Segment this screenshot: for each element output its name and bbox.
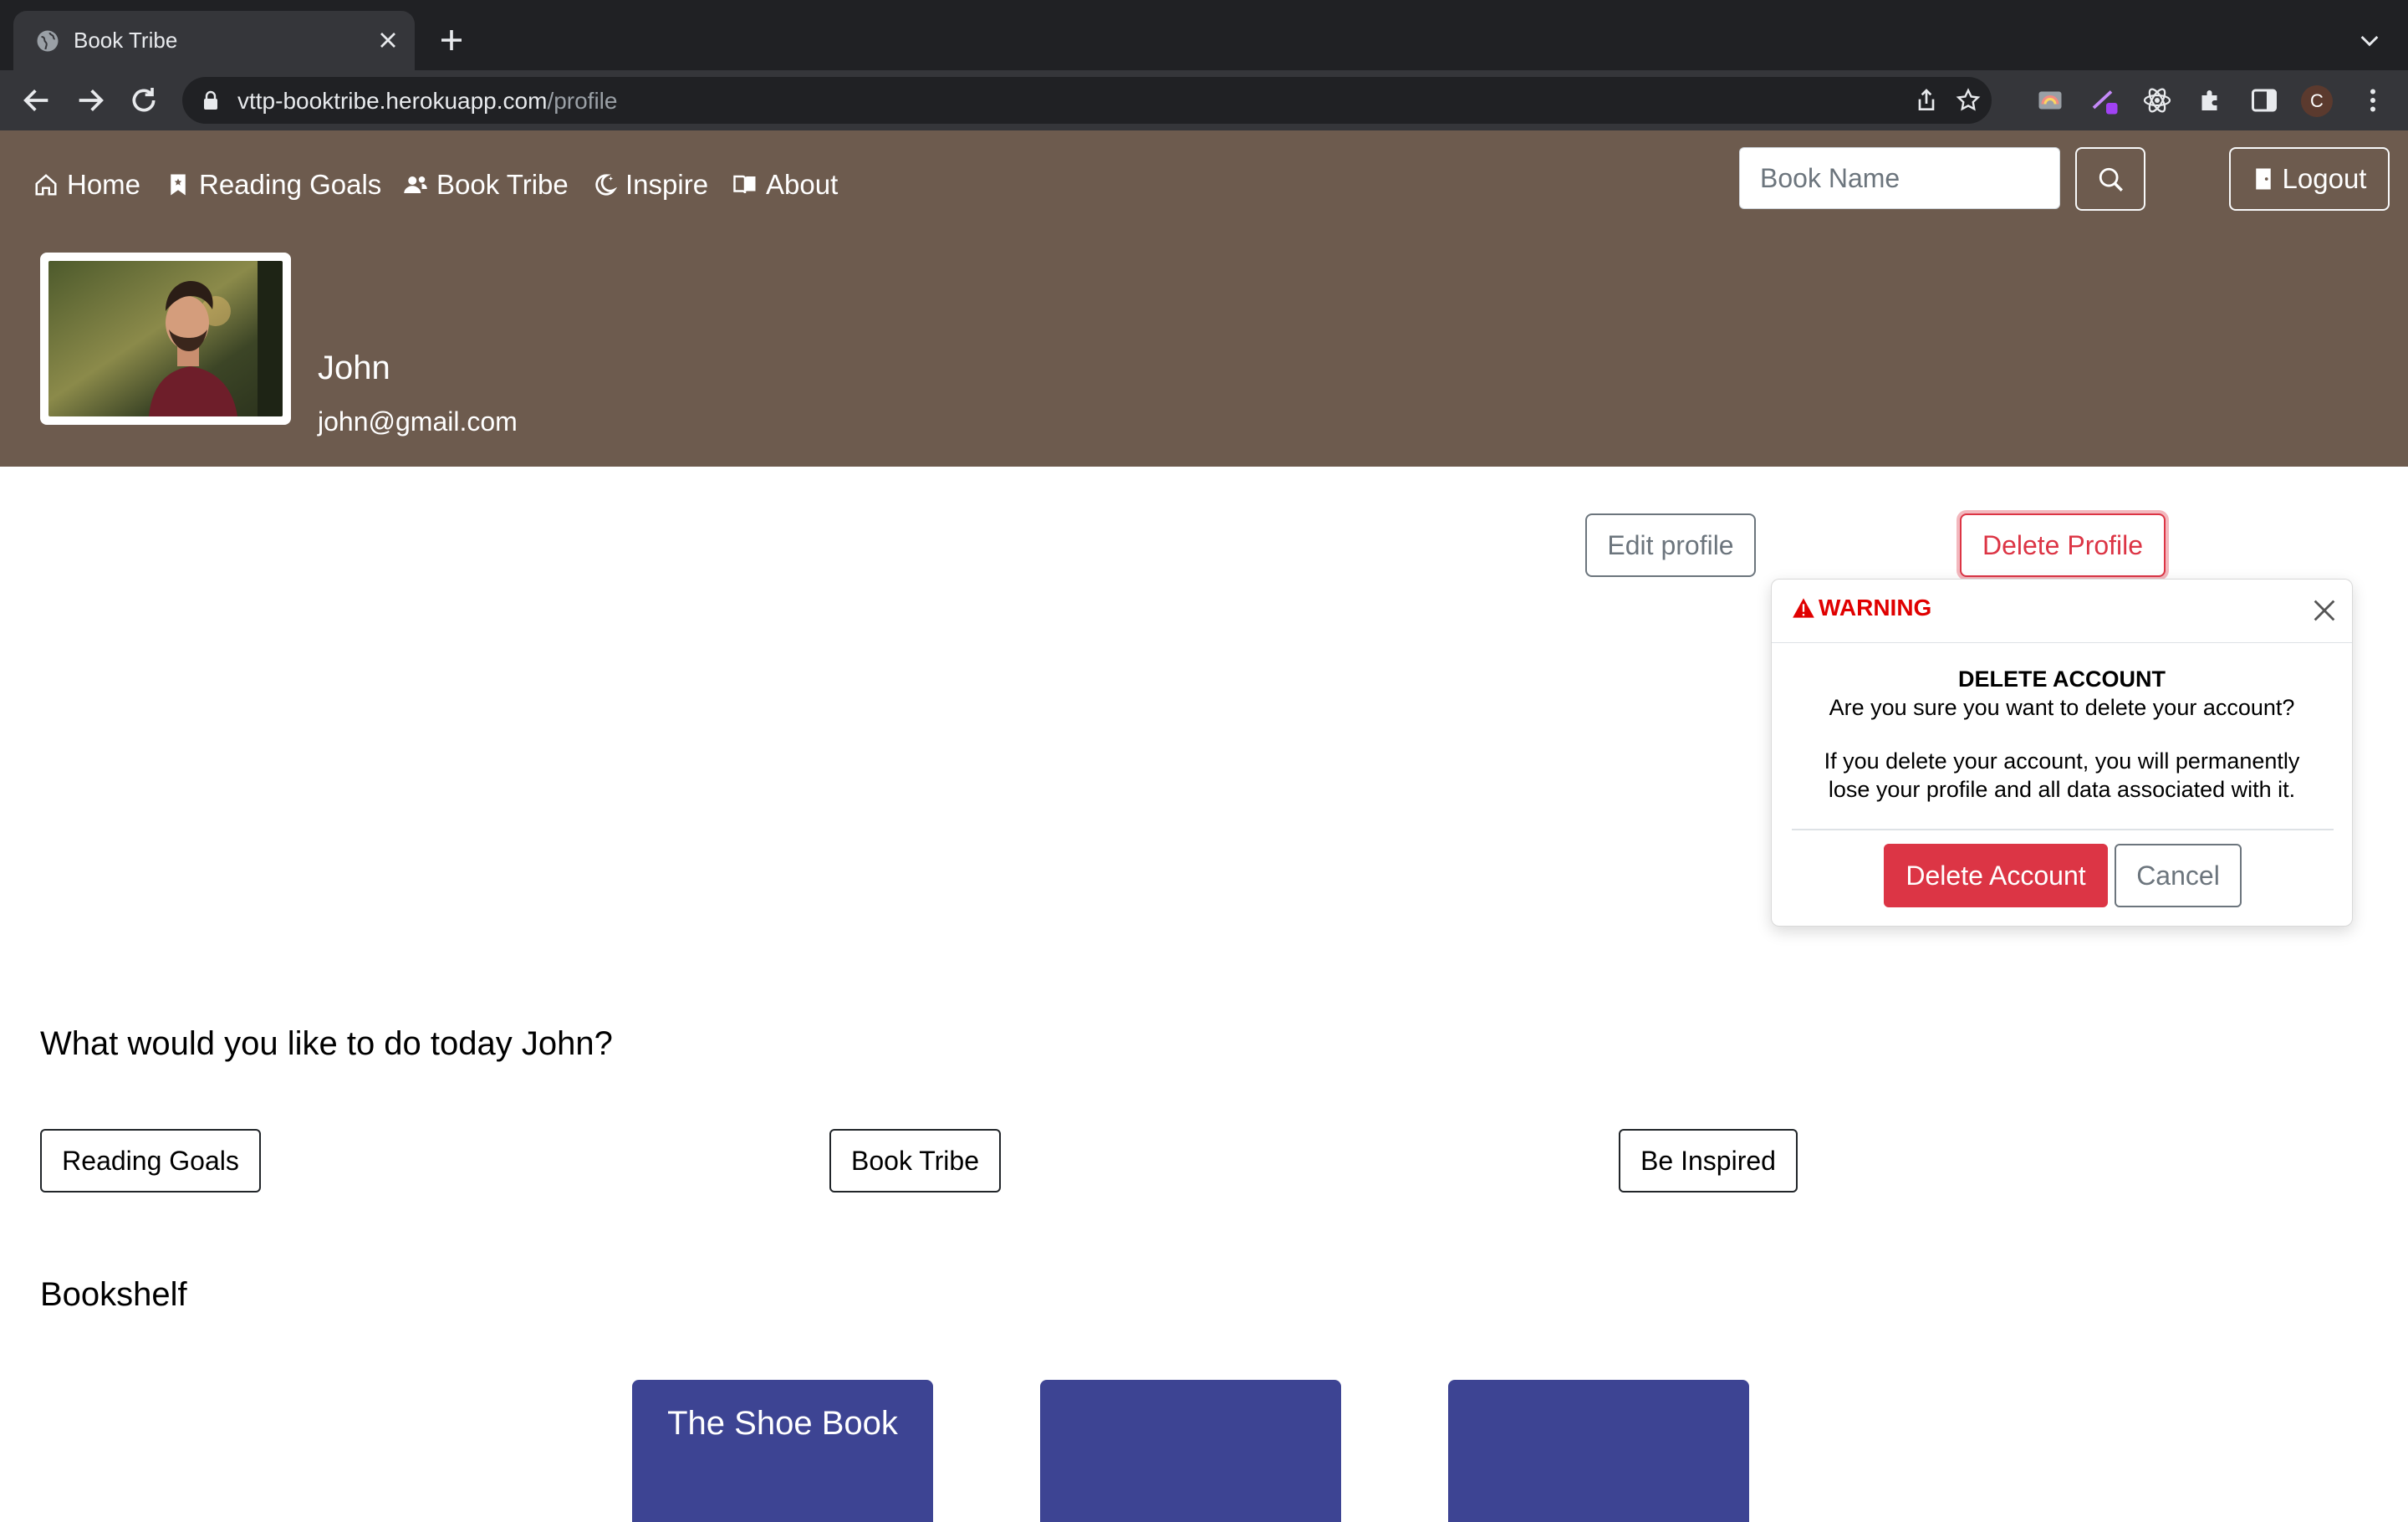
reload-icon[interactable] xyxy=(127,84,161,117)
nav-book-tribe-label: Book Tribe xyxy=(436,169,569,200)
back-arrow-icon[interactable] xyxy=(20,84,54,117)
moon-stars-icon xyxy=(595,174,617,196)
react-devtools-icon[interactable] xyxy=(2142,85,2172,115)
book-icon xyxy=(733,175,756,194)
nav-book-tribe[interactable]: Book Tribe xyxy=(403,166,569,204)
edit-profile-button[interactable]: Edit profile xyxy=(1585,513,1756,577)
profile-photo xyxy=(48,261,283,416)
url-text: vttp-booktribe.herokuapp.com/profile xyxy=(237,88,617,115)
delete-account-popover: WARNING DELETE ACCOUNT Are you sure you … xyxy=(1771,579,2353,927)
house-icon xyxy=(35,174,57,196)
avatar xyxy=(40,253,291,425)
greeting-prompt: What would you like to do today John? xyxy=(40,1025,613,1062)
globe-icon xyxy=(37,30,59,52)
warning-triangle-icon xyxy=(1793,598,1814,618)
address-bar[interactable]: vttp-booktribe.herokuapp.com/profile xyxy=(182,77,1992,124)
url-host: vttp-booktribe.herokuapp.com xyxy=(237,88,548,114)
warning-text: WARNING xyxy=(1819,595,1932,621)
book-card[interactable] xyxy=(1040,1380,1341,1522)
book-tribe-button[interactable]: Book Tribe xyxy=(829,1129,1001,1193)
lock-icon[interactable] xyxy=(201,89,221,111)
nav-inspire-label: Inspire xyxy=(625,169,709,200)
book-card[interactable] xyxy=(1448,1380,1749,1522)
search-icon xyxy=(2099,167,2123,192)
popover-message-line1: If you delete your account, you will per… xyxy=(1824,748,2300,774)
extension-rainbow-icon[interactable] xyxy=(2035,85,2065,115)
share-icon[interactable] xyxy=(1913,87,1940,114)
chevron-down-icon[interactable] xyxy=(2356,27,2383,54)
popover-divider xyxy=(1792,829,2334,830)
book-title: The Shoe Book xyxy=(667,1405,898,1442)
people-icon xyxy=(404,176,427,193)
browser-tab-bar: Book Tribe xyxy=(0,0,2408,70)
new-tab-icon[interactable] xyxy=(436,25,467,55)
profile-name: John xyxy=(318,350,390,386)
browser-tab[interactable]: Book Tribe xyxy=(13,11,415,70)
forward-arrow-icon[interactable] xyxy=(74,84,107,117)
nav-inspire[interactable]: Inspire xyxy=(592,166,708,204)
book-search-input[interactable] xyxy=(1739,147,2060,209)
popover-body: DELETE ACCOUNT Are you sure you want to … xyxy=(1772,665,2352,804)
close-tab-icon[interactable] xyxy=(375,27,401,54)
bookshelf-heading: Bookshelf xyxy=(40,1276,187,1313)
kebab-menu-icon[interactable] xyxy=(2358,85,2388,115)
side-panel-icon[interactable] xyxy=(2249,85,2279,115)
bookmark-icon xyxy=(171,174,186,196)
nav-reading-goals[interactable]: Reading Goals xyxy=(166,166,381,204)
popover-message-line2: lose your profile and all data associate… xyxy=(1828,777,2296,802)
cancel-button[interactable]: Cancel xyxy=(2115,844,2242,907)
nav-home-label: Home xyxy=(67,169,141,200)
logout-label: Logout xyxy=(2282,163,2367,194)
book-card[interactable]: The Shoe Book xyxy=(632,1380,933,1522)
popover-header: WARNING xyxy=(1772,580,2352,643)
popover-title: DELETE ACCOUNT xyxy=(1958,667,2166,692)
warning-label: WARNING xyxy=(1792,595,1931,621)
popover-question: Are you sure you want to delete your acc… xyxy=(1829,695,2295,720)
search-button[interactable] xyxy=(2075,147,2145,211)
delete-account-button[interactable]: Delete Account xyxy=(1884,844,2108,907)
door-icon xyxy=(2255,168,2271,190)
be-inspired-button[interactable]: Be Inspired xyxy=(1619,1129,1798,1193)
url-path: /profile xyxy=(547,88,618,114)
profile-header: Home Reading Goals Book Tribe Inspire Ab… xyxy=(0,130,2408,467)
nav-reading-goals-label: Reading Goals xyxy=(199,169,382,200)
nav-home[interactable]: Home xyxy=(33,166,140,204)
close-icon[interactable] xyxy=(2310,596,2339,625)
nav-about-label: About xyxy=(766,169,839,200)
reading-goals-button[interactable]: Reading Goals xyxy=(40,1129,261,1193)
delete-profile-button[interactable]: Delete Profile xyxy=(1960,513,2166,577)
bookmark-star-icon[interactable] xyxy=(1955,87,1982,114)
tab-title: Book Tribe xyxy=(74,28,178,53)
profile-email: john@gmail.com xyxy=(318,406,518,437)
browser-profile-avatar[interactable]: C xyxy=(2301,85,2333,117)
extension-pen-icon[interactable] xyxy=(2089,85,2119,115)
nav-about[interactable]: About xyxy=(732,166,838,204)
puzzle-extensions-icon[interactable] xyxy=(2196,85,2226,115)
logout-button[interactable]: Logout xyxy=(2229,147,2390,211)
browser-toolbar: vttp-booktribe.herokuapp.com/profile C xyxy=(0,70,2408,130)
